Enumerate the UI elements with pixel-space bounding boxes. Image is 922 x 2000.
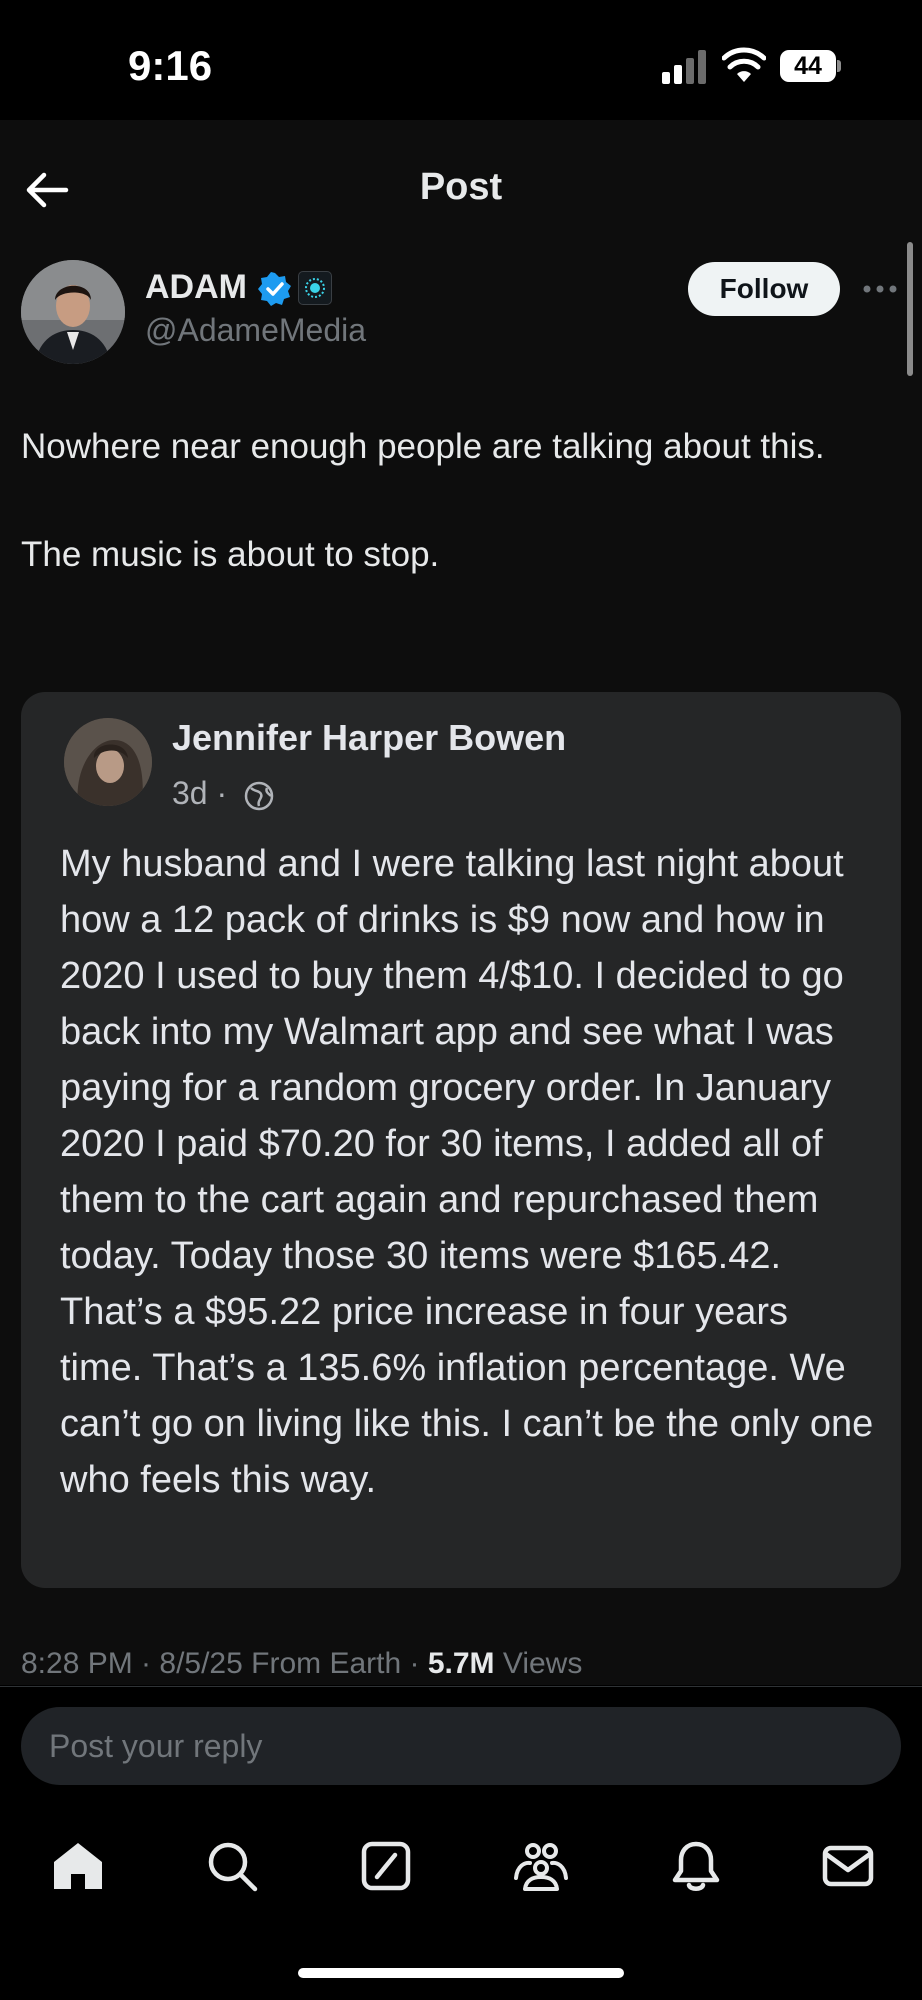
verified-badge-icon	[258, 272, 291, 306]
follow-button[interactable]: Follow	[688, 262, 840, 316]
embedded-author-name: Jennifer Harper Bowen	[172, 717, 567, 758]
grok-icon[interactable]	[358, 1838, 414, 1894]
battery-icon: 44	[780, 50, 842, 82]
author-name[interactable]: ADAM	[145, 268, 247, 307]
embedded-timestamp: 3d ·	[172, 775, 228, 811]
home-icon[interactable]	[50, 1838, 106, 1894]
embedded-body-text: My husband and I were talking last night…	[60, 843, 874, 1501]
affiliation-badge-icon	[298, 271, 332, 305]
divider	[0, 1686, 922, 1687]
reply-input[interactable]: Post your reply	[21, 1707, 901, 1785]
notifications-icon[interactable]	[668, 1838, 724, 1894]
embedded-avatar	[64, 718, 152, 806]
author-avatar[interactable]	[21, 260, 125, 364]
page-title: Post	[419, 166, 503, 208]
post-timestamp: 8:28 PM · 8/5/25 From Earth ·	[21, 1647, 428, 1680]
cellular-signal-icon	[662, 50, 706, 84]
post-meta: 8:28 PM · 8/5/25 From Earth · 5.7M Views	[21, 1647, 582, 1681]
battery-level: 44	[794, 52, 822, 80]
messages-icon[interactable]	[820, 1838, 876, 1894]
views-count[interactable]: 5.7M	[428, 1647, 495, 1680]
author-handle[interactable]: @AdameMedia	[145, 312, 366, 349]
wifi-icon	[722, 47, 766, 82]
globe-icon	[244, 781, 274, 811]
views-label: Views	[494, 1647, 583, 1680]
scrollbar[interactable]	[907, 242, 913, 376]
post-text: Nowhere near enough people are talking a…	[21, 427, 825, 574]
more-options-icon[interactable]	[862, 284, 898, 294]
search-icon[interactable]	[204, 1838, 260, 1894]
home-indicator[interactable]	[298, 1968, 624, 1978]
status-time: 9:16	[128, 42, 213, 89]
communities-icon[interactable]	[513, 1838, 569, 1894]
